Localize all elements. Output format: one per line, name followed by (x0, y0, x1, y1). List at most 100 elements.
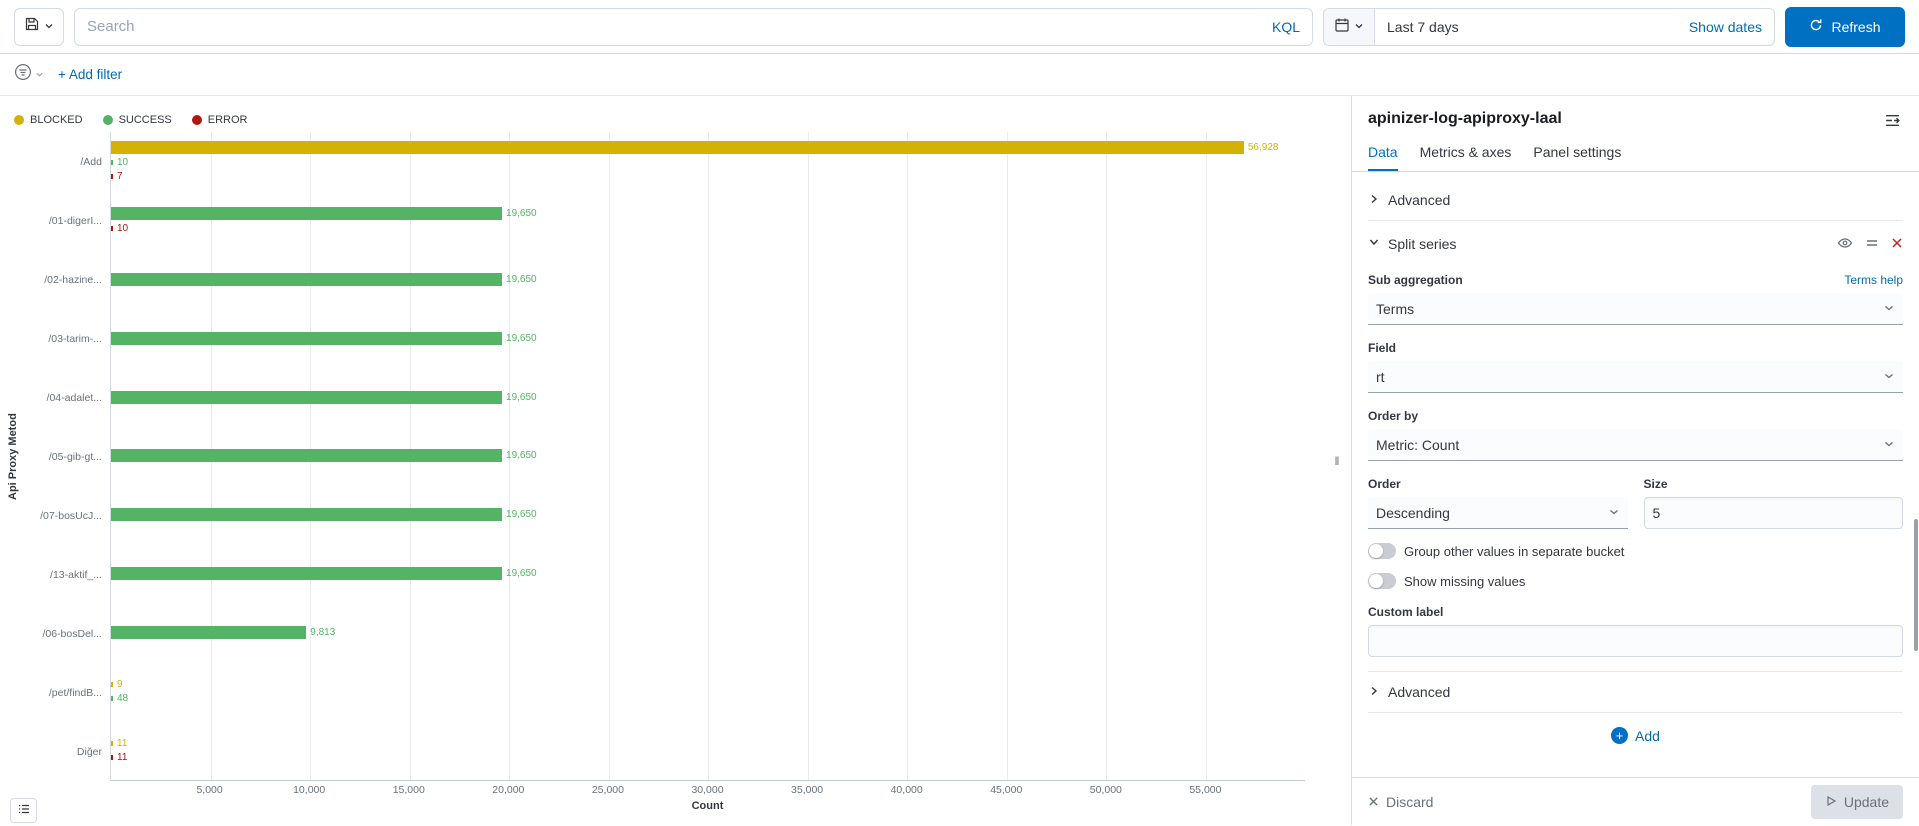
discard-button[interactable]: Discard (1368, 794, 1433, 810)
category-label: /pet/findB... (26, 663, 102, 722)
bar-blocked[interactable] (111, 741, 113, 746)
eye-icon (1837, 235, 1853, 254)
split-series-header[interactable]: Split series (1368, 231, 1903, 257)
tab-metrics-axes[interactable]: Metrics & axes (1420, 144, 1512, 171)
bar-value-label: 10 (117, 223, 128, 234)
custom-label-input[interactable] (1368, 625, 1903, 657)
resizer-grip-icon: ‖ (1335, 454, 1340, 468)
show-dates-link[interactable]: Show dates (1689, 19, 1774, 35)
group-other-values-toggle[interactable] (1368, 543, 1396, 559)
bar-success[interactable] (111, 696, 113, 701)
list-icon (17, 802, 31, 819)
query-bar: KQL Last 7 days Show dates Refresh (0, 0, 1919, 54)
y-axis-labels: /Add/01-digerI.../02-hazine.../03-tarim-… (26, 132, 110, 781)
terms-help-link[interactable]: Terms help (1844, 273, 1903, 287)
field-select[interactable]: rt (1368, 361, 1903, 393)
bar-error[interactable] (111, 755, 113, 760)
bar-value-label: 19,650 (506, 333, 537, 344)
bar-success[interactable] (111, 567, 502, 580)
show-missing-values-toggle[interactable] (1368, 573, 1396, 589)
bar-value-label: 9 (117, 679, 123, 690)
legend-label: BLOCKED (30, 114, 83, 126)
category-label: /07-bosUcJ... (26, 486, 102, 545)
remove-split-series-button[interactable] (1891, 237, 1903, 252)
size-input[interactable] (1644, 497, 1904, 529)
date-quick-select-button[interactable] (1324, 9, 1375, 45)
tab-panel-settings[interactable]: Panel settings (1533, 144, 1621, 171)
kql-language-button[interactable]: KQL (1262, 19, 1300, 35)
panel-scrollbar[interactable] (1914, 519, 1918, 651)
toggle-visibility-button[interactable] (1837, 235, 1853, 254)
category-label: /01-digerI... (26, 191, 102, 250)
editor-side-panel: apinizer-log-apiproxy-laal Data Metrics … (1351, 96, 1919, 825)
saved-query-menu-button[interactable] (14, 8, 64, 46)
refresh-button[interactable]: Refresh (1785, 7, 1905, 47)
order-by-select[interactable]: Metric: Count (1368, 429, 1903, 461)
chevron-down-icon (35, 66, 44, 84)
bar-blocked[interactable] (111, 682, 113, 687)
legend-item-error[interactable]: ERROR (192, 114, 248, 126)
panel-resizer[interactable]: ‖ (1323, 96, 1351, 825)
bar-success[interactable] (111, 207, 502, 220)
search-input[interactable] (87, 18, 1262, 35)
category-label: /06-bosDel... (26, 604, 102, 663)
bar-value-label: 7 (117, 171, 123, 182)
date-range-value[interactable]: Last 7 days (1375, 19, 1689, 35)
add-sub-bucket-button[interactable]: + Add (1611, 727, 1660, 744)
advanced-section-bottom[interactable]: Advanced (1368, 671, 1903, 713)
legend-label: SUCCESS (119, 114, 172, 126)
bar-error[interactable] (111, 174, 113, 179)
show-missing-values-label: Show missing values (1404, 574, 1525, 589)
category-label: Diğer (26, 722, 102, 781)
close-icon (1368, 794, 1379, 810)
bar-success[interactable] (111, 508, 502, 521)
bar-success[interactable] (111, 332, 502, 345)
bar-value-label: 19,650 (506, 509, 537, 520)
search-box: KQL (74, 8, 1313, 46)
bar-success[interactable] (111, 449, 502, 462)
chevron-down-icon (1883, 369, 1895, 385)
sub-aggregation-select[interactable]: Terms (1368, 293, 1903, 325)
drag-handle[interactable] (1865, 236, 1879, 253)
advanced-section-top[interactable]: Advanced (1368, 180, 1903, 221)
bar-value-label: 48 (117, 693, 128, 704)
update-button[interactable]: Update (1811, 785, 1903, 819)
filter-menu-button[interactable] (14, 63, 44, 86)
bar-success[interactable] (111, 391, 502, 404)
legend-toggle-button[interactable] (10, 798, 37, 823)
calendar-icon (1334, 17, 1350, 36)
bar-value-label: 10 (117, 157, 128, 168)
panel-tabs: Data Metrics & axes Panel settings (1352, 134, 1919, 172)
custom-label-label: Custom label (1368, 605, 1903, 619)
split-series-title: Split series (1388, 236, 1837, 252)
legend-item-blocked[interactable]: BLOCKED (14, 114, 83, 126)
x-tick-label: 20,000 (492, 784, 524, 796)
advanced-label: Advanced (1388, 192, 1450, 208)
panel-title: apinizer-log-apiproxy-laal (1368, 110, 1562, 128)
order-select[interactable]: Descending (1368, 497, 1628, 529)
update-label: Update (1844, 794, 1889, 810)
drag-handle-icon (1865, 236, 1879, 253)
chart-row: 19,650 (111, 485, 1305, 544)
tab-data[interactable]: Data (1368, 144, 1398, 171)
collapse-panel-button[interactable] (1882, 110, 1903, 134)
add-filter-link[interactable]: + Add filter (58, 67, 122, 82)
bar-success[interactable] (111, 160, 113, 165)
x-tick-label: 5,000 (196, 784, 222, 796)
x-tick-label: 30,000 (691, 784, 723, 796)
filter-circle-icon (14, 63, 32, 86)
order-by-value: Metric: Count (1376, 437, 1459, 453)
x-tick-label: 25,000 (592, 784, 624, 796)
bar-blocked[interactable] (111, 141, 1244, 154)
legend-item-success[interactable]: SUCCESS (103, 114, 172, 126)
bar-error[interactable] (111, 226, 113, 231)
bar-success[interactable] (111, 273, 502, 286)
order-label: Order (1368, 477, 1628, 491)
category-label: /05-gib-gt... (26, 427, 102, 486)
x-tick-label: 10,000 (293, 784, 325, 796)
chart-plot-area: 56,92810719,6501019,65019,65019,65019,65… (110, 132, 1305, 781)
bar-success[interactable] (111, 626, 306, 639)
sub-aggregation-value: Terms (1376, 301, 1414, 317)
close-icon (1891, 237, 1903, 252)
x-tick-label: 55,000 (1189, 784, 1221, 796)
